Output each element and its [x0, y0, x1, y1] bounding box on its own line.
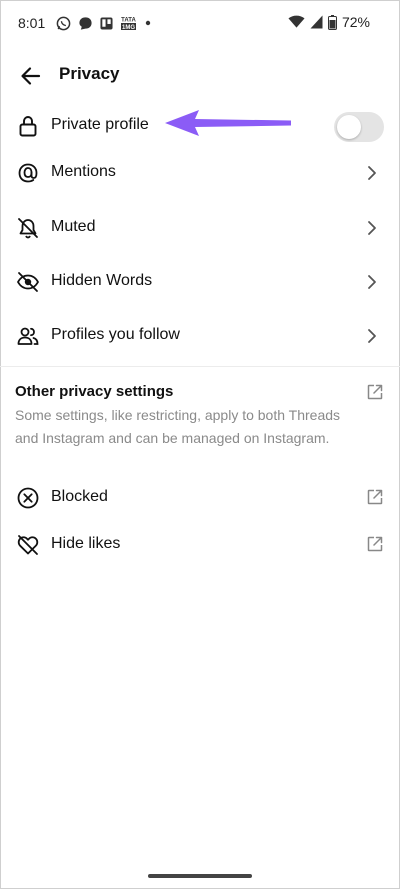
chevron-right-icon	[368, 166, 376, 180]
people-icon	[17, 327, 39, 345]
blocked-icon	[17, 487, 39, 509]
chevron-right-icon	[368, 329, 376, 343]
dot-icon	[145, 20, 151, 26]
profiles-you-follow-label: Profiles you follow	[51, 326, 180, 343]
blocked-row[interactable]: Blocked	[0, 474, 400, 522]
page-title: Privacy	[59, 64, 120, 83]
hide-likes-label: Hide likes	[51, 535, 121, 552]
wifi-icon	[288, 15, 305, 28]
whatsapp-icon	[56, 16, 71, 30]
at-sign-icon	[18, 163, 38, 183]
private-profile-label: Private profile	[51, 116, 149, 133]
svg-text:1MG: 1MG	[122, 25, 135, 31]
other-privacy-section[interactable]: Other privacy settings Some settings, li…	[0, 378, 400, 470]
trello-icon	[100, 16, 113, 30]
battery-percent: 72%	[341, 14, 370, 30]
mentions-row[interactable]: Mentions	[0, 149, 400, 197]
profiles-you-follow-row[interactable]: Profiles you follow	[0, 312, 400, 360]
battery-icon	[327, 14, 337, 30]
blocked-label: Blocked	[51, 488, 108, 505]
chevron-right-icon	[368, 275, 376, 289]
external-link-icon	[367, 489, 383, 505]
muted-label: Muted	[51, 218, 96, 235]
chat-icon	[79, 16, 92, 30]
other-privacy-description: Some settings, like restricting, apply t…	[15, 407, 341, 446]
home-indicator[interactable]	[148, 874, 252, 878]
status-time: 8:01	[18, 15, 46, 31]
other-privacy-title: Other privacy settings	[15, 383, 174, 400]
section-divider	[0, 366, 400, 367]
muted-row[interactable]: Muted	[0, 204, 400, 252]
svg-text:TATA: TATA	[121, 18, 136, 24]
signal-icon	[310, 15, 323, 29]
toggle-knob	[337, 115, 361, 139]
status-right: 72%	[288, 14, 370, 30]
lock-icon	[19, 116, 37, 137]
external-link-icon[interactable]	[366, 383, 384, 401]
heart-off-icon	[17, 535, 39, 555]
bell-off-icon	[18, 218, 38, 239]
eye-off-icon	[16, 272, 40, 292]
annotation-arrow-icon	[165, 110, 291, 136]
chevron-right-icon	[368, 221, 376, 235]
header: Privacy	[0, 56, 400, 96]
tata-icon: TATA 1MG	[121, 18, 136, 31]
back-arrow-icon[interactable]	[18, 63, 44, 89]
hide-likes-row[interactable]: Hide likes	[0, 521, 400, 569]
notification-icons: TATA 1MG	[56, 14, 152, 32]
mentions-label: Mentions	[51, 163, 116, 180]
external-link-icon	[367, 536, 383, 552]
status-bar: 8:01 TATA 1MG 72%	[0, 0, 400, 44]
private-profile-toggle[interactable]	[334, 112, 384, 142]
hidden-words-row[interactable]: Hidden Words	[0, 258, 400, 306]
hidden-words-label: Hidden Words	[51, 272, 153, 289]
